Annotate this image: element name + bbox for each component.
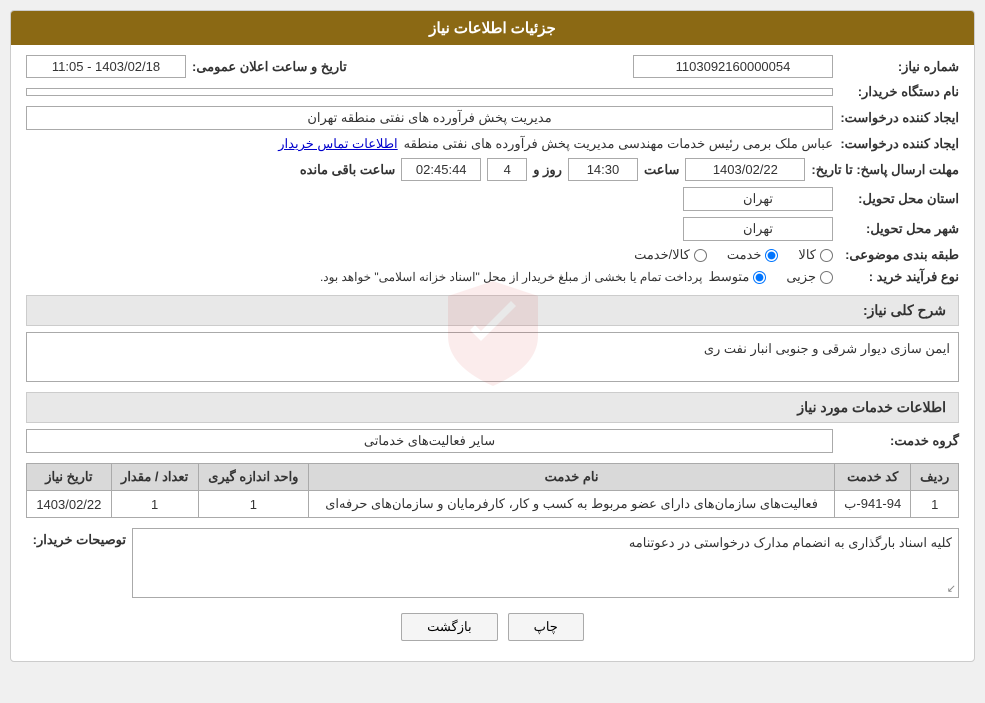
radio-motevaset-label: متوسط (708, 269, 749, 285)
td-tarikh: 1403/02/22 (27, 491, 112, 518)
value-shomareNiaz: 1103092160000054 (633, 55, 833, 78)
value-toseihKhridar: کلیه اسناد بارگذاری به انضمام مدارک درخو… (132, 528, 959, 598)
radio-khadamat: خدمت (727, 247, 779, 263)
text-sharhKolliNiaz: ایمن سازی دیوار شرقی و جنوبی انبار نفت ر… (704, 341, 950, 356)
row-groheKhadamat: گروه خدمت: سایر فعالیت‌های خدماتی (26, 429, 959, 453)
radio-kala-label: کالا (798, 247, 816, 263)
label-groheKhadamat: گروه خدمت: (839, 433, 959, 449)
radio-kala-khadamat: کالا/خدمت (634, 247, 707, 263)
td-kodKhadamat: 941-94-ب (834, 491, 910, 518)
buttons-row: چاپ بازگشت (26, 613, 959, 641)
label-saat: ساعت (644, 162, 679, 178)
label-tabaghebandi: طبقه بندی موضوعی: (839, 247, 959, 263)
section-header-khadamat: اطلاعات خدمات مورد نیاز (26, 392, 959, 423)
radio-jozi: جزیی (786, 269, 833, 285)
table-row: 1 941-94-ب فعالیت‌های سازمان‌های دارای ع… (27, 491, 959, 518)
row-mohlatErsalPasokh: مهلت ارسال پاسخ: تا تاریخ: 1403/02/22 سا… (26, 158, 959, 181)
label-toseihKhridar: توصیحات خریدار: (26, 528, 126, 548)
label-tarikhElan: تاریخ و ساعت اعلان عمومی: (192, 59, 347, 75)
table-section: ردیف کد خدمت نام خدمت واحد اندازه گیری ت… (26, 463, 959, 518)
section-title-khadamat: اطلاعات خدمات مورد نیاز (797, 399, 946, 415)
label-noefarayand: نوع فرآیند خرید : (839, 269, 959, 285)
value-estanTahvil: تهران (683, 187, 833, 211)
value-namDastgah (26, 88, 833, 96)
section-title-sharhKolliNiaz: شرح کلی نیاز: (863, 302, 946, 318)
th-namKhadamat: نام خدمت (309, 464, 835, 491)
td-tedad: 1 (111, 491, 198, 518)
row-ijadKonande: ایجاد کننده درخواست: مدیریت پخش فرآورده … (26, 106, 959, 130)
label-saatBaqi: ساعت باقی مانده (300, 162, 395, 178)
label-mohlatErsalPasokh: مهلت ارسال پاسخ: تا تاریخ: (811, 162, 959, 178)
radio-jozi-label: جزیی (786, 269, 816, 285)
row-shahrTahvil: شهر محل تحویل: تهران (26, 217, 959, 241)
value-saatBaqi: 02:45:44 (401, 158, 481, 181)
th-tedad: تعداد / مقدار (111, 464, 198, 491)
radio-jozi-input[interactable] (820, 271, 833, 284)
link-ijtamasKhridar[interactable]: اطلاعات تماس خریدار (278, 136, 397, 152)
chap-button[interactable]: چاپ (508, 613, 584, 641)
label-roozVa: روز و (533, 162, 562, 178)
radio-kala: کالا (798, 247, 833, 263)
radio-kala-khadamat-input[interactable] (694, 249, 707, 262)
value-tarikhElan: 1403/02/18 - 11:05 (26, 55, 186, 78)
row-sharhKolliNiaz: ایمن سازی دیوار شرقی و جنوبی انبار نفت ر… (26, 332, 959, 382)
row-shomareNiaz: شماره نیاز: 1103092160000054 تاریخ و ساع… (26, 55, 959, 78)
radio-kala-input[interactable] (820, 249, 833, 262)
value-shahrTahvil: تهران (683, 217, 833, 241)
row-ijadKonandeDetail: ایجاد کننده درخواست: عباس ملک برمی رئیس … (26, 136, 959, 152)
section-header-sharhKolliNiaz: شرح کلی نیاز: (26, 295, 959, 326)
bazgasht-button[interactable]: بازگشت (401, 613, 497, 641)
radio-khadamat-label: خدمت (727, 247, 762, 263)
row-estanTahvil: استان محل تحویل: تهران (26, 187, 959, 211)
noefarayand-note: پرداخت تمام یا بخشی از مبلغ خریدار از مح… (320, 270, 703, 284)
page-wrapper: جزئیات اطلاعات نیاز شماره نیاز: 11030921… (0, 0, 985, 703)
th-radif: ردیف (911, 464, 959, 491)
label-ijadKonande: ایجاد کننده درخواست: (839, 110, 959, 126)
value-mohlatSaat: 14:30 (568, 158, 638, 181)
th-vahed: واحد اندازه گیری (198, 464, 309, 491)
row-toseihKhridar: کلیه اسناد بارگذاری به انضمام مدارک درخو… (26, 528, 959, 598)
radio-noefarayand: جزیی متوسط (708, 269, 833, 285)
resize-handle: ↙ (947, 582, 956, 595)
th-kodKhadamat: کد خدمت (834, 464, 910, 491)
row-namDastgah: نام دستگاه خریدار: (26, 84, 959, 100)
label-ijadKonandeDetail: ایجاد کننده درخواست: (839, 136, 959, 152)
row-noefarayand: نوع فرآیند خرید : جزیی متوسط پرداخت تمام… (26, 269, 959, 285)
content-area: شماره نیاز: 1103092160000054 تاریخ و ساع… (11, 45, 974, 661)
value-ijadKonande: مدیریت پخش فرآورده های نفتی منطقه تهران (26, 106, 833, 130)
label-namDastgah: نام دستگاه خریدار: (839, 84, 959, 100)
radio-khadamat-input[interactable] (765, 249, 778, 262)
value-groheKhadamat: سایر فعالیت‌های خدماتی (26, 429, 833, 453)
td-namKhadamat: فعالیت‌های سازمان‌های دارای عضو مربوط به… (309, 491, 835, 518)
radio-tabaghebandi: کالا خدمت کالا/خدمت (634, 247, 833, 263)
label-estanTahvil: استان محل تحویل: (839, 191, 959, 207)
page-header: جزئیات اطلاعات نیاز (11, 11, 974, 45)
row-tabaghebandi: طبقه بندی موضوعی: کالا خدمت کالا/خدمت (26, 247, 959, 263)
radio-motevaset-input[interactable] (753, 271, 766, 284)
page-title: جزئیات اطلاعات نیاز (429, 20, 556, 37)
value-mohlatDate: 1403/02/22 (685, 158, 805, 181)
value-sharhKolliNiaz: ایمن سازی دیوار شرقی و جنوبی انبار نفت ر… (26, 332, 959, 382)
main-card: جزئیات اطلاعات نیاز شماره نیاز: 11030921… (10, 10, 975, 662)
radio-motevaset: متوسط (708, 269, 766, 285)
table-header-row: ردیف کد خدمت نام خدمت واحد اندازه گیری ت… (27, 464, 959, 491)
value-ijadKonandeDetail: عباس ملک برمی رئیس خدمات مهندسی مدیریت پ… (404, 136, 833, 152)
td-vahed: 1 (198, 491, 309, 518)
th-tarikh: تاریخ نیاز (27, 464, 112, 491)
label-shahrTahvil: شهر محل تحویل: (839, 221, 959, 237)
text-toseihKhridar: کلیه اسناد بارگذاری به انضمام مدارک درخو… (629, 535, 952, 550)
label-shomareNiaz: شماره نیاز: (839, 59, 959, 75)
radio-kala-khadamat-label: کالا/خدمت (634, 247, 690, 263)
value-rooz: 4 (487, 158, 527, 181)
services-table: ردیف کد خدمت نام خدمت واحد اندازه گیری ت… (26, 463, 959, 518)
td-radif: 1 (911, 491, 959, 518)
